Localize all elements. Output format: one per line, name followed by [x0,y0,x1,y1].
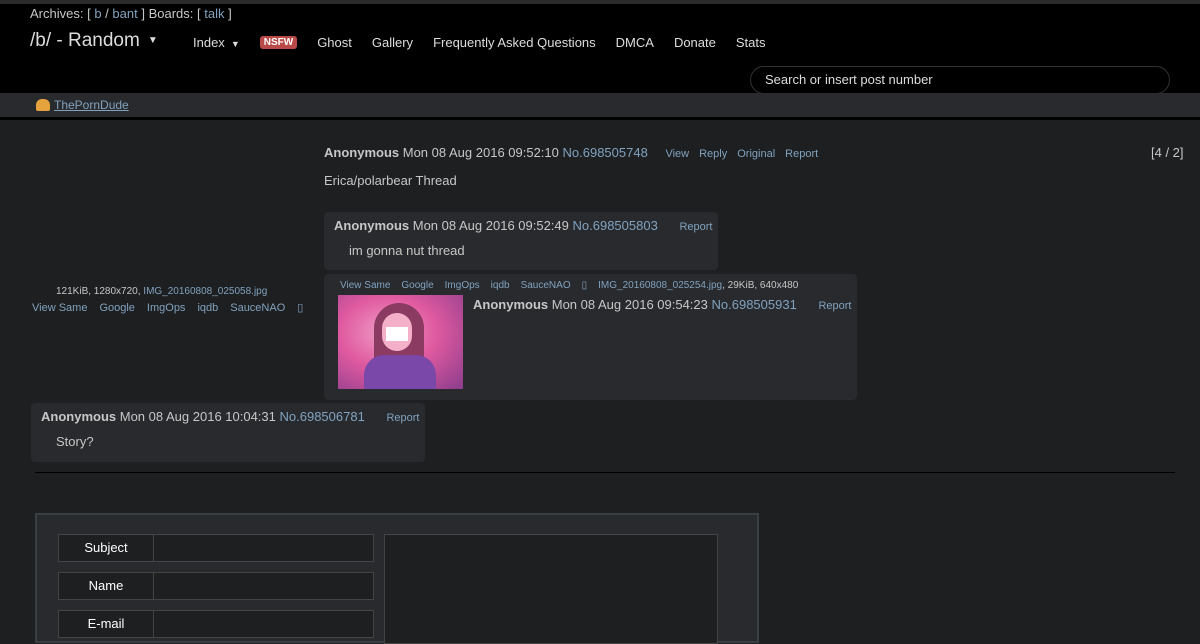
saucenao-link[interactable]: SauceNAO [521,280,571,291]
nav-ghost[interactable]: Ghost [317,35,352,50]
post-author: Anonymous [324,145,400,160]
name-row: Name [58,572,374,600]
iqdb-link[interactable]: iqdb [491,280,510,291]
download-icon[interactable]: ▯ [297,302,303,314]
reply-thumbnail-image[interactable] [338,295,463,389]
caret-down-icon: ▼ [230,39,240,49]
reply-header: Anonymous Mon 08 Aug 2016 09:54:23 No.69… [473,297,851,312]
op-file-tools: View Same Google ImgOps iqdb SauceNAO ▯ [32,301,315,314]
reply-image-counter: [4 / 2] [1151,145,1184,160]
sponsor-link[interactable]: ThePornDude [36,98,129,112]
op-file-link[interactable]: IMG_20160808_025058.jpg [143,286,267,297]
original-button[interactable]: Original [737,148,775,160]
post-number[interactable]: No.698506781 [280,409,365,424]
sponsor-logo-icon [36,99,50,111]
download-icon[interactable]: ▯ [582,280,588,291]
archives-boards-bar: Archives: [ b / bant ] Boards: [ talk ] [30,6,232,21]
reply-text: Story? [56,434,94,449]
post-date: Mon 08 Aug 2016 10:04:31 [119,409,276,424]
email-label: E-mail [58,610,154,638]
archives-separator: / [105,6,109,21]
name-label: Name [58,572,154,600]
board-link-talk[interactable]: talk [204,6,224,21]
subject-label: Subject [58,534,154,562]
nav-index[interactable]: Index ▼ [193,35,240,50]
report-button[interactable]: Report [785,148,818,160]
reply-button[interactable]: Reply [699,148,727,160]
reply-header: Anonymous Mon 08 Aug 2016 10:04:31 No.69… [41,409,419,424]
email-row: E-mail [58,610,374,638]
thread-divider [35,472,1175,473]
post-date: Mon 08 Aug 2016 09:52:10 [402,145,559,160]
search-input[interactable]: Search or insert post number [750,66,1170,94]
archive-link-b[interactable]: b [94,6,101,21]
reply-post: Anonymous Mon 08 Aug 2016 09:52:49 No.69… [324,212,718,270]
boards-close-bracket: ] [228,6,232,21]
nav-stats[interactable]: Stats [736,35,766,50]
post-date: Mon 08 Aug 2016 09:52:49 [412,218,569,233]
main-nav: Index ▼ NSFW Ghost Gallery Frequently Ask… [193,35,785,50]
post-form: Subject Name E-mail [35,513,759,644]
reply-text: im gonna nut thread [349,243,465,258]
reply-file-tools: View Same Google ImgOps iqdb SauceNAO ▯ IMG_20… [340,280,809,291]
report-button[interactable]: Report [386,412,419,424]
op-file-info: 121KiB, 1280x720, IMG_20160808_025058.jp… [56,286,268,297]
reply-file-meta: , 29KiB, 640x480 [722,280,799,291]
boards-label: ] Boards: [ [141,6,201,21]
op-post-text: Erica/polarbear Thread [324,173,457,188]
post-number[interactable]: No.698505803 [573,218,658,233]
email-input[interactable] [154,610,374,638]
reply-post-with-image: View Same Google ImgOps iqdb SauceNAO ▯ IMG_20… [324,274,857,400]
top-navbar: Archives: [ b / bant ] Boards: [ talk ] … [0,0,1200,94]
post-author: Anonymous [334,218,410,233]
nav-donate[interactable]: Donate [674,35,716,50]
view-same-link[interactable]: View Same [340,280,390,291]
board-title: /b/ - Random [30,30,140,51]
imgops-link[interactable]: ImgOps [445,280,480,291]
op-post-header: Anonymous Mon 08 Aug 2016 09:52:10 No.69… [324,145,818,160]
reply-header: Anonymous Mon 08 Aug 2016 09:52:49 No.69… [334,218,712,233]
report-button[interactable]: Report [679,221,712,233]
saucenao-link[interactable]: SauceNAO [230,302,285,314]
google-search-link[interactable]: Google [99,302,134,314]
reply-file-link[interactable]: IMG_20160808_025254.jpg [598,280,722,291]
imgops-link[interactable]: ImgOps [147,302,186,314]
nsfw-badge: NSFW [259,36,298,49]
subject-row: Subject [58,534,374,562]
caret-down-icon: ▼ [147,35,158,47]
nav-dmca[interactable]: DMCA [616,35,654,50]
sponsor-bar: ThePornDude [0,93,1200,120]
google-search-link[interactable]: Google [401,280,433,291]
archives-label: Archives: [ [30,6,91,21]
post-number[interactable]: No.698505748 [563,145,648,160]
report-button[interactable]: Report [818,300,851,312]
iqdb-link[interactable]: iqdb [197,302,218,314]
post-number[interactable]: No.698505931 [712,297,797,312]
nav-gallery[interactable]: Gallery [372,35,413,50]
archive-link-bant[interactable]: bant [112,6,137,21]
subject-input[interactable] [154,534,374,562]
post-author: Anonymous [41,409,117,424]
name-input[interactable] [154,572,374,600]
post-author: Anonymous [473,297,549,312]
nav-faq[interactable]: Frequently Asked Questions [433,35,596,50]
board-title-dropdown[interactable]: /b/ - Random ▼ [30,30,158,52]
comment-textarea[interactable] [384,534,718,644]
view-same-link[interactable]: View Same [32,302,87,314]
post-date: Mon 08 Aug 2016 09:54:23 [551,297,708,312]
reply-post: Anonymous Mon 08 Aug 2016 10:04:31 No.69… [31,403,425,462]
view-button[interactable]: View [665,148,689,160]
